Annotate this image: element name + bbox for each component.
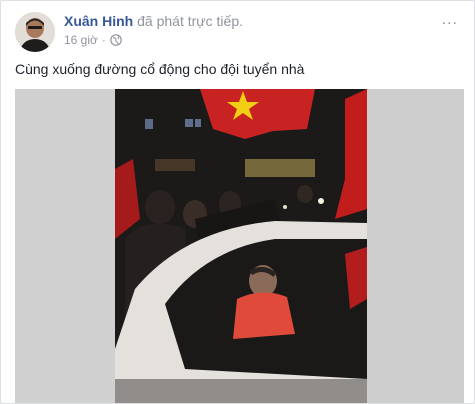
- post-timestamp[interactable]: 16 giờ: [64, 33, 98, 47]
- feed-post-card: Xuân Hinh đã phát trực tiếp. 16 giờ · ..…: [0, 0, 475, 404]
- live-video-player[interactable]: [15, 89, 464, 403]
- author-avatar[interactable]: [15, 12, 55, 52]
- post-message: Cùng xuống đường cổ động cho đội tuyển n…: [15, 61, 305, 77]
- post-title-line: Xuân Hinh đã phát trực tiếp.: [64, 13, 243, 29]
- author-name-link[interactable]: Xuân Hinh: [64, 13, 133, 29]
- post-action-text: đã phát trực tiếp.: [133, 13, 243, 29]
- globe-icon[interactable]: [110, 34, 122, 46]
- post-meta: 16 giờ ·: [64, 33, 122, 47]
- more-options-icon[interactable]: ...: [442, 11, 458, 29]
- meta-separator: ·: [101, 33, 106, 47]
- video-frame: [115, 89, 367, 403]
- post-header: Xuân Hinh đã phát trực tiếp. 16 giờ · ..…: [15, 11, 460, 53]
